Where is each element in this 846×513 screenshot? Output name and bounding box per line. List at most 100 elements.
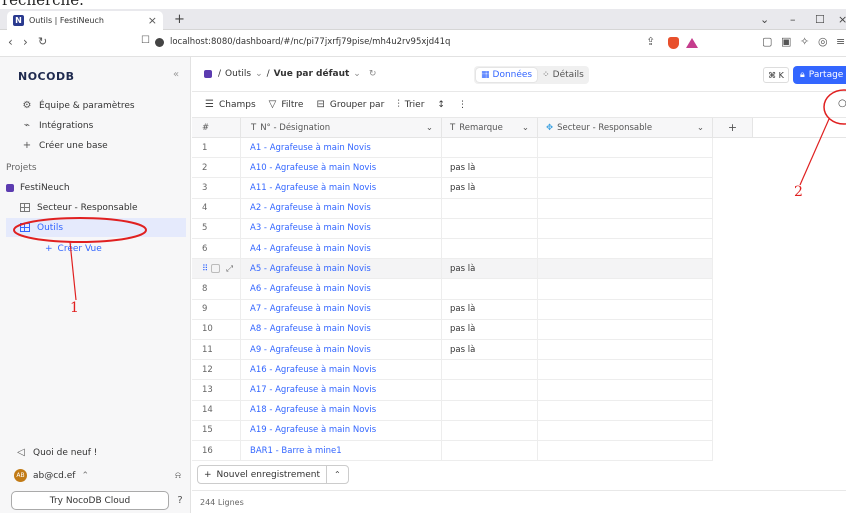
designation-cell[interactable]: A6 - Agrafeuse à main Novis: [241, 279, 442, 299]
chevron-up-icon[interactable]: ⌃: [326, 466, 348, 483]
table-row[interactable]: ⠿ ⤢ A5 - Agrafeuse à main Novis pas là: [192, 259, 713, 280]
column-header-secteur[interactable]: ✥ Secteur - Responsable ⌄: [538, 118, 713, 138]
help-icon[interactable]: ?: [172, 491, 188, 510]
chevron-down-icon[interactable]: ⌄: [426, 123, 433, 133]
breadcrumb-table[interactable]: Outils: [225, 69, 251, 79]
table-row[interactable]: 9 A7 - Agrafeuse à main Novis pas là: [192, 299, 713, 320]
designation-cell[interactable]: A18 - Agrafeuse à main Novis: [241, 400, 442, 420]
secteur-cell[interactable]: [538, 178, 713, 198]
forward-icon[interactable]: ›: [23, 35, 28, 49]
designation-cell[interactable]: A8 - Agrafeuse à main Novis: [241, 319, 442, 339]
reload-icon[interactable]: ↻: [369, 69, 377, 79]
row-checkbox[interactable]: [211, 264, 221, 274]
table-row[interactable]: 3 A11 - Agrafeuse à main Novis pas là: [192, 178, 713, 199]
site-info-icon[interactable]: [155, 38, 164, 47]
remarque-cell[interactable]: pas là: [442, 178, 538, 198]
chevron-down-icon[interactable]: ⌄: [255, 69, 263, 79]
tab-data[interactable]: ▦ Données: [476, 68, 538, 82]
designation-cell[interactable]: A9 - Agrafeuse à main Novis: [241, 340, 442, 360]
table-row[interactable]: 10 A8 - Agrafeuse à main Novis pas là: [192, 319, 713, 340]
filter-button[interactable]: ▽ Filtre: [269, 99, 304, 110]
vpn-icon[interactable]: ◎: [818, 35, 828, 48]
maximize-icon[interactable]: ☐: [815, 13, 825, 26]
table-row[interactable]: 5 A3 - Agrafeuse à main Novis: [192, 218, 713, 239]
secteur-cell[interactable]: [538, 340, 713, 360]
designation-cell[interactable]: A16 - Agrafeuse à main Novis: [241, 360, 442, 380]
designation-cell[interactable]: A19 - Agrafeuse à main Novis: [241, 420, 442, 440]
reload-icon[interactable]: ↻: [38, 35, 47, 48]
share-button[interactable]: 🔒︎ Partage: [793, 66, 846, 84]
close-icon[interactable]: ×: [148, 14, 157, 27]
column-header-designation[interactable]: T N° - Désignation ⌄: [241, 118, 442, 138]
table-row[interactable]: 14 A18 - Agrafeuse à main Novis: [192, 400, 713, 421]
table-row[interactable]: 1 A1 - Agrafeuse à main Novis: [192, 138, 713, 159]
sidebar-project-festineuch[interactable]: FestiNeuch: [6, 178, 186, 197]
sidebar-table-outils[interactable]: Outils: [6, 218, 186, 237]
sidebar-icon[interactable]: ▢: [762, 35, 772, 48]
remarque-cell[interactable]: [442, 138, 538, 158]
breadcrumb-view[interactable]: Vue par défaut: [274, 69, 350, 79]
add-column-button[interactable]: +: [713, 118, 753, 138]
secteur-cell[interactable]: [538, 299, 713, 319]
sidebar-table-secteur[interactable]: Secteur - Responsable: [6, 198, 186, 217]
wallet-icon[interactable]: ▣: [781, 35, 791, 48]
expand-row-icon[interactable]: ⤢: [226, 264, 233, 274]
sidebar-item-create-base[interactable]: + Créer une base: [6, 136, 186, 155]
leo-icon[interactable]: ✧: [800, 35, 809, 48]
new-record-button[interactable]: + Nouvel enregistrement ⌃: [197, 465, 349, 484]
secteur-cell[interactable]: [538, 279, 713, 299]
more-options-icon[interactable]: ⋮: [458, 100, 467, 110]
remarque-cell[interactable]: [442, 198, 538, 218]
remarque-cell[interactable]: pas là: [442, 319, 538, 339]
designation-cell[interactable]: A17 - Agrafeuse à main Novis: [241, 380, 442, 400]
remarque-cell[interactable]: [442, 420, 538, 440]
table-row[interactable]: 8 A6 - Agrafeuse à main Novis: [192, 279, 713, 300]
chevron-down-icon[interactable]: ⌄: [522, 123, 529, 133]
create-view-button[interactable]: + Créer Vue: [6, 239, 186, 258]
table-row[interactable]: 11 A9 - Agrafeuse à main Novis pas là: [192, 340, 713, 361]
collapse-sidebar-icon[interactable]: «: [173, 69, 179, 80]
remarque-cell[interactable]: pas là: [442, 340, 538, 360]
secteur-cell[interactable]: [538, 319, 713, 339]
designation-cell[interactable]: A5 - Agrafeuse à main Novis: [241, 259, 442, 279]
table-row[interactable]: 12 A16 - Agrafeuse à main Novis: [192, 360, 713, 381]
bookmark-icon[interactable]: ☐: [141, 35, 150, 46]
table-row[interactable]: 6 A4 - Agrafeuse à main Novis: [192, 239, 713, 260]
designation-cell[interactable]: A4 - Agrafeuse à main Novis: [241, 239, 442, 259]
user-menu[interactable]: AB ab@cd.ef ⌃ ⍾: [6, 466, 186, 485]
designation-cell[interactable]: A11 - Agrafeuse à main Novis: [241, 178, 442, 198]
table-row[interactable]: 16 BAR1 - Barre à mine1: [192, 441, 713, 462]
share-page-icon[interactable]: ⇪: [646, 35, 655, 48]
remarque-cell[interactable]: pas là: [442, 259, 538, 279]
secteur-cell[interactable]: [538, 259, 713, 279]
browser-tab[interactable]: N Outils | FestiNeuch ×: [7, 11, 163, 30]
secteur-cell[interactable]: [538, 158, 713, 178]
back-icon[interactable]: ‹: [8, 35, 13, 49]
remarque-cell[interactable]: [442, 360, 538, 380]
tab-details[interactable]: ⁘ Détails: [537, 68, 589, 82]
remarque-cell[interactable]: [442, 279, 538, 299]
table-row[interactable]: 4 A2 - Agrafeuse à main Novis: [192, 198, 713, 219]
try-cloud-button[interactable]: Try NocoDB Cloud: [11, 491, 169, 510]
designation-cell[interactable]: A7 - Agrafeuse à main Novis: [241, 299, 442, 319]
remarque-cell[interactable]: [442, 239, 538, 259]
secteur-cell[interactable]: [538, 198, 713, 218]
designation-cell[interactable]: A3 - Agrafeuse à main Novis: [241, 218, 442, 238]
designation-cell[interactable]: A1 - Agrafeuse à main Novis: [241, 138, 442, 158]
whats-new-item[interactable]: ◁ Quoi de neuf !: [6, 443, 186, 462]
group-button[interactable]: ⊟ Grouper par: [316, 99, 384, 110]
command-palette-button[interactable]: ⌘ K: [763, 67, 789, 83]
minimize-icon[interactable]: –: [790, 13, 796, 26]
chevron-down-icon[interactable]: ⌄: [697, 123, 704, 133]
secteur-cell[interactable]: [538, 218, 713, 238]
remarque-cell[interactable]: [442, 400, 538, 420]
chevron-down-icon[interactable]: ⌄: [353, 69, 361, 79]
brave-shield-icon[interactable]: [668, 37, 679, 49]
drag-handle-icon[interactable]: ⠿: [202, 264, 208, 274]
remarque-cell[interactable]: [442, 441, 538, 461]
sidebar-item-team-settings[interactable]: ⚙ Équipe & paramètres: [6, 96, 186, 115]
chevron-down-icon[interactable]: ⌄: [760, 13, 769, 26]
designation-cell[interactable]: A10 - Agrafeuse à main Novis: [241, 158, 442, 178]
fields-button[interactable]: ☰ Champs: [205, 99, 256, 110]
table-row[interactable]: 2 A10 - Agrafeuse à main Novis pas là: [192, 158, 713, 179]
